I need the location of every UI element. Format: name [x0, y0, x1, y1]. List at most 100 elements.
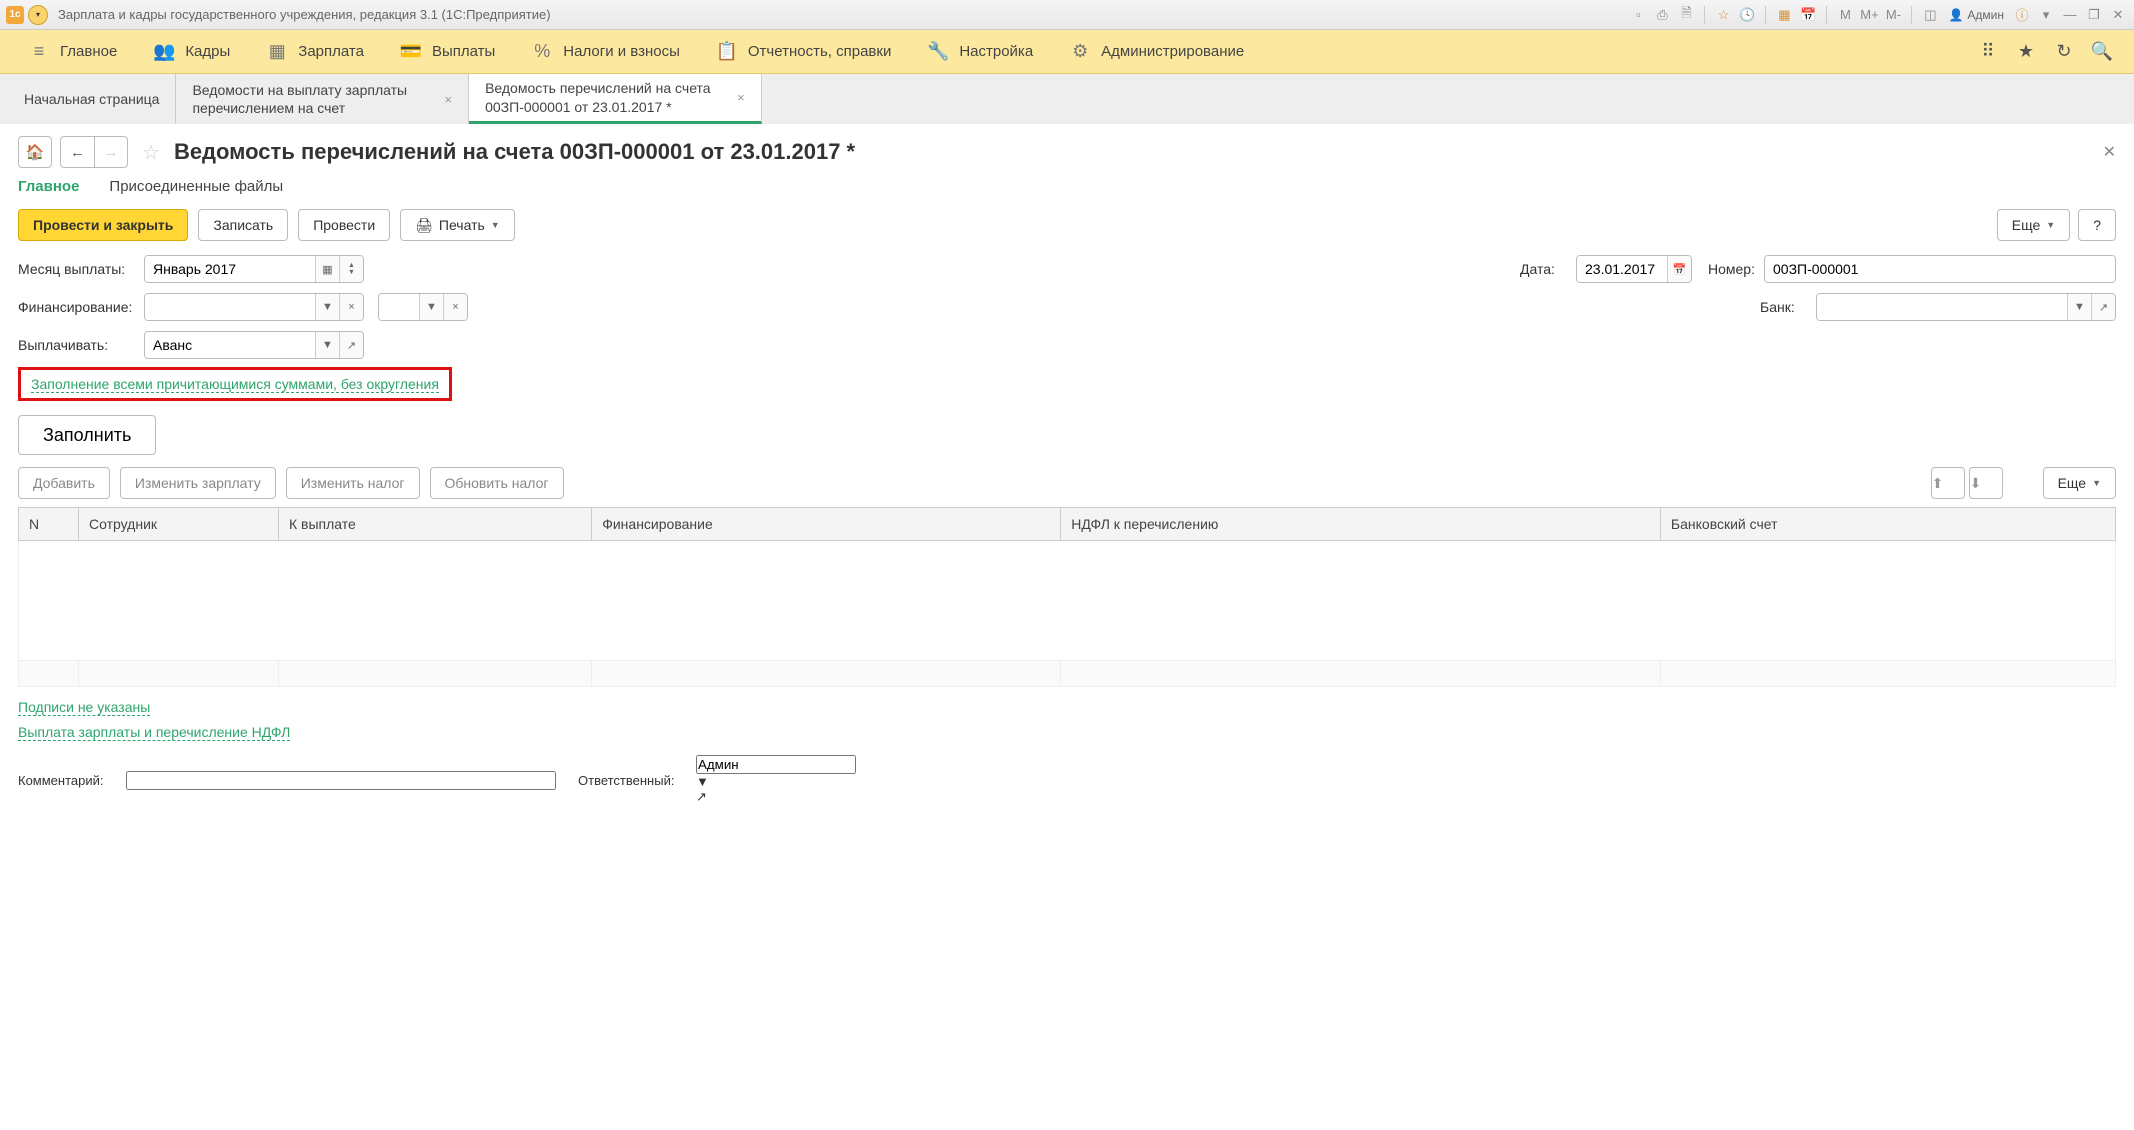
app-dropdown-icon[interactable]: ▾ [28, 5, 48, 25]
page-close-icon[interactable]: ✕ [2103, 142, 2116, 162]
tab-payroll-lists[interactable]: Ведомости на выплату зарплаты перечислен… [176, 74, 469, 124]
subnav-files[interactable]: Присоединенные файлы [109, 178, 283, 195]
star-icon[interactable]: ★ [2014, 40, 2038, 64]
favorite-icon[interactable]: ☆ [142, 140, 160, 165]
info-icon[interactable]: ⓘ [2012, 5, 2032, 25]
pay-field[interactable] [145, 332, 315, 358]
number-input[interactable] [1764, 255, 2116, 283]
col-topay[interactable]: К выплате [279, 508, 592, 541]
finance2-input[interactable]: ▼ × [378, 293, 468, 321]
open-icon[interactable]: ↗ [339, 332, 363, 358]
clear-icon[interactable]: × [443, 294, 467, 320]
fill-button[interactable]: Заполнить [18, 415, 156, 455]
post-and-close-button[interactable]: Провести и закрыть [18, 209, 188, 241]
pay-label: Выплачивать: [18, 337, 138, 353]
tab-close-icon[interactable]: × [444, 92, 452, 107]
forward-button[interactable]: → [94, 136, 128, 168]
nav-staff[interactable]: 👥Кадры [135, 30, 248, 73]
fill-mode-link[interactable]: Заполнение всеми причитающимися суммами,… [31, 376, 439, 393]
date-input[interactable]: 📅 [1576, 255, 1692, 283]
apps-grid-icon[interactable]: ⠿ [1976, 40, 2000, 64]
add-button[interactable]: Добавить [18, 467, 110, 499]
col-ndfl[interactable]: НДФЛ к перечислению [1061, 508, 1661, 541]
open-icon[interactable]: ↗ [696, 789, 856, 805]
update-tax-button[interactable]: Обновить налог [430, 467, 564, 499]
change-tax-button[interactable]: Изменить налог [286, 467, 420, 499]
print-button[interactable]: 🖨Печать▼ [400, 209, 515, 241]
memory-mminus[interactable]: М- [1883, 5, 1903, 25]
picker-icon[interactable]: ▦ [315, 256, 339, 282]
calc-icon[interactable]: ▦ [1774, 5, 1794, 25]
spinner-icon[interactable]: ▲▼ [339, 256, 363, 282]
dropdown-icon[interactable]: ▼ [315, 294, 339, 320]
dropdown-icon[interactable]: ▾ [2036, 5, 2056, 25]
calendar-picker-icon[interactable]: 📅 [1667, 256, 1691, 282]
responsible-input[interactable]: ▼ ↗ [696, 755, 856, 805]
bank-input[interactable]: ▼ ↗ [1816, 293, 2116, 321]
month-input[interactable]: ▦ ▲▼ [144, 255, 364, 283]
nav-settings[interactable]: 🔧Настройка [909, 30, 1051, 73]
tb-action-icon[interactable]: ▫ [1628, 5, 1648, 25]
minimize-icon[interactable]: — [2060, 5, 2080, 25]
dropdown-icon[interactable]: ▼ [315, 332, 339, 358]
dropdown-icon[interactable]: ▼ [2067, 294, 2091, 320]
move-up-button[interactable]: ⬆ [1931, 467, 1965, 499]
titlebar: 1c ▾ Зарплата и кадры государственного у… [0, 0, 2134, 30]
bank-field[interactable] [1817, 294, 2067, 320]
back-button[interactable]: ← [60, 136, 94, 168]
pay-input[interactable]: ▼ ↗ [144, 331, 364, 359]
nav-taxes[interactable]: %Налоги и взносы [513, 30, 698, 73]
change-salary-button[interactable]: Изменить зарплату [120, 467, 276, 499]
nav-admin[interactable]: ⚙Администрирование [1051, 30, 1262, 73]
dropdown-icon[interactable]: ▼ [419, 294, 443, 320]
tb-print-icon[interactable]: ⎙ [1652, 5, 1672, 25]
home-button[interactable]: 🏠 [18, 136, 52, 168]
comment-input[interactable] [126, 771, 556, 790]
date-field[interactable] [1577, 256, 1667, 282]
finance2-field[interactable] [379, 294, 419, 320]
col-n[interactable]: N [19, 508, 79, 541]
nav-payments[interactable]: 💳Выплаты [382, 30, 513, 73]
tab-home[interactable]: Начальная страница [8, 74, 176, 124]
number-field[interactable] [1765, 256, 2115, 282]
user-badge[interactable]: 👤 Админ [1944, 8, 2008, 22]
panels-icon[interactable]: ◫ [1920, 5, 1940, 25]
col-bank[interactable]: Банковский счет [1660, 508, 2115, 541]
open-icon[interactable]: ↗ [2091, 294, 2115, 320]
nav-main[interactable]: ≡Главное [10, 30, 135, 73]
move-down-button[interactable]: ⬇ [1969, 467, 2003, 499]
more-button[interactable]: Еще▼ [1997, 209, 2070, 241]
comment-field[interactable] [126, 771, 556, 790]
subnav-main[interactable]: Главное [18, 178, 79, 195]
dropdown-icon[interactable]: ▼ [696, 774, 856, 789]
memory-m[interactable]: М [1835, 5, 1855, 25]
close-icon[interactable]: ✕ [2108, 5, 2128, 25]
history-icon[interactable]: 🕓 [1737, 5, 1757, 25]
clear-icon[interactable]: × [339, 294, 363, 320]
finance-input[interactable]: ▼ × [144, 293, 364, 321]
search-icon[interactable]: 🔍 [2090, 40, 2114, 64]
nav-reports[interactable]: 📋Отчетность, справки [698, 30, 909, 73]
people-icon: 👥 [153, 41, 175, 63]
table-more-button[interactable]: Еще▼ [2043, 467, 2116, 499]
signatures-link[interactable]: Подписи не указаны [18, 699, 150, 716]
tb-doc-icon[interactable]: 🗎 [1676, 5, 1696, 25]
tab-close-icon[interactable]: × [737, 90, 745, 105]
history-nav-icon[interactable]: ↻ [2052, 40, 2076, 64]
favorite-star-icon[interactable]: ☆ [1713, 5, 1733, 25]
page-header: 🏠 ← → ☆ Ведомость перечислений на счета … [18, 136, 2116, 168]
memory-mplus[interactable]: М+ [1859, 5, 1879, 25]
save-button[interactable]: Записать [198, 209, 288, 241]
tab-payroll-doc[interactable]: Ведомость перечислений на счета 00ЗП-000… [469, 74, 762, 124]
calendar-icon[interactable]: 📅 [1798, 5, 1818, 25]
responsible-field[interactable] [696, 755, 856, 774]
ndfl-link[interactable]: Выплата зарплаты и перечисление НДФЛ [18, 724, 290, 741]
col-finance[interactable]: Финансирование [592, 508, 1061, 541]
month-field[interactable] [145, 256, 315, 282]
nav-salary[interactable]: ▦Зарплата [248, 30, 382, 73]
help-button[interactable]: ? [2078, 209, 2116, 241]
col-employee[interactable]: Сотрудник [79, 508, 279, 541]
maximize-icon[interactable]: ❐ [2084, 5, 2104, 25]
post-button[interactable]: Провести [298, 209, 390, 241]
finance-field[interactable] [145, 294, 315, 320]
